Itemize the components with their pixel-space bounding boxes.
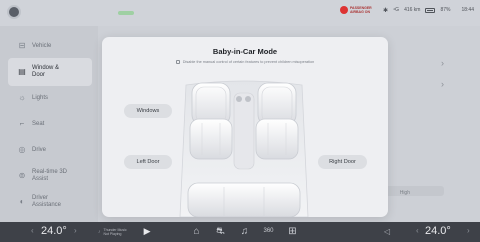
chevron-right-icon[interactable]: › [74, 226, 77, 235]
clock: 18:44 [461, 7, 474, 13]
car-icon[interactable]: ⛐ [214, 225, 227, 238]
rear-seat [187, 182, 301, 217]
music-note-icon: ♪ [98, 228, 101, 235]
sidebar-item-label: Seat [32, 121, 45, 127]
car-interior-illustration [179, 80, 309, 217]
dialog-title: Baby-in-Car Mode [212, 47, 278, 56]
driver-assist-icon: ◐ [19, 197, 25, 206]
sidebar-item-label: Window & Door [32, 65, 60, 78]
left-door-button[interactable]: Left Door [124, 155, 172, 169]
volume-icon[interactable]: ◁ [384, 227, 390, 236]
sidebar-item-label: Drive [32, 147, 47, 153]
lights-icon: ☼ [18, 93, 26, 102]
bottom-dock: ‹ 24.0° › ♪ Thunder Music Not Playing ▶ … [0, 222, 480, 242]
status-indicator [118, 11, 134, 15]
chevron-left-icon[interactable]: ‹ [416, 226, 419, 235]
media-widget[interactable]: ♪ Thunder Music Not Playing ▶ [98, 226, 151, 237]
sidebar-item-driver-assistance[interactable]: ◐ Driver Assistance [8, 188, 92, 216]
user-avatar[interactable] [7, 5, 21, 19]
battery-icon [425, 7, 436, 13]
airbag-label: PASSENGER AIRBAG ON [349, 6, 372, 14]
sidebar-item-vehicle[interactable]: ⊟ Vehicle [8, 32, 92, 60]
chevron-left-icon[interactable]: ‹ [31, 226, 34, 235]
baby-in-car-dialog: Baby-in-Car Mode Disable the manual cont… [102, 37, 388, 217]
drive-icon: ◎ [18, 145, 26, 154]
range-readout: 416 km [404, 7, 421, 13]
info-checkbox-icon [175, 60, 180, 64]
3d-assist-icon: ⊚ [18, 171, 26, 180]
front-right-seat [255, 82, 299, 160]
car-icon: ⊟ [18, 41, 26, 50]
battery-percent: 87% [440, 7, 451, 13]
media-status: Not Playing [103, 231, 122, 236]
home-icon[interactable]: ⌂ [190, 225, 203, 238]
chevron-right-icon[interactable]: › [441, 58, 444, 68]
signal-strength: ⁴G [393, 7, 400, 13]
music-icon[interactable]: ♫ [238, 225, 251, 238]
dock-shortcuts: ⌂ ⛐ ♫ 360 ⊞ [190, 225, 299, 238]
front-left-seat [189, 82, 233, 160]
sidebar-item-window-door[interactable]: ▤ Window & Door [8, 58, 92, 86]
center-console [233, 92, 255, 170]
sidebar-item-3d-assist[interactable]: ⊚ Real-time 3D Assist [8, 162, 92, 190]
sidebar-item-lights[interactable]: ☼ Lights [8, 84, 92, 112]
dialog-subtitle: Disable the manual control of certain fe… [102, 60, 388, 64]
bluetooth-icon: ✱ [382, 7, 389, 14]
360-icon[interactable]: 360 [262, 225, 275, 238]
settings-sidebar: ⊟ Vehicle ▤ Window & Door ☼ Lights ⌐ Sea… [0, 26, 98, 222]
right-door-button[interactable]: Right Door [318, 155, 367, 169]
airbag-icon [339, 6, 348, 14]
airbag-status: PASSENGER AIRBAG ON [339, 6, 378, 14]
chevron-right-icon[interactable]: › [441, 79, 444, 89]
dialog-subtitle-text: Disable the manual control of certain fe… [182, 60, 315, 64]
option-value: High [399, 190, 410, 196]
left-temperature[interactable]: 24.0° [41, 225, 67, 237]
windows-button[interactable]: Windows [124, 104, 172, 118]
apps-icon[interactable]: ⊞ [286, 225, 299, 238]
sidebar-item-seat[interactable]: ⌐ Seat [8, 110, 92, 138]
right-temperature[interactable]: 24.0° [425, 225, 451, 237]
status-bar: PASSENGER AIRBAG ON ✱ ⁴G 416 km 87% 18:4… [0, 0, 480, 26]
play-icon[interactable]: ▶ [144, 226, 151, 237]
sidebar-item-label: Driver Assistance [32, 195, 62, 208]
window-door-icon: ▤ [18, 67, 26, 76]
media-title: Thunder Music [103, 227, 127, 232]
seat-icon: ⌐ [19, 119, 25, 128]
status-right: PASSENGER AIRBAG ON ✱ ⁴G 416 km 87% 18:4… [339, 6, 474, 14]
chevron-right-icon[interactable]: › [467, 226, 470, 235]
sidebar-item-label: Real-time 3D Assist [32, 169, 68, 182]
sidebar-item-label: Vehicle [32, 43, 52, 49]
sidebar-item-label: Lights [32, 95, 49, 101]
sidebar-item-drive[interactable]: ◎ Drive [8, 136, 92, 164]
